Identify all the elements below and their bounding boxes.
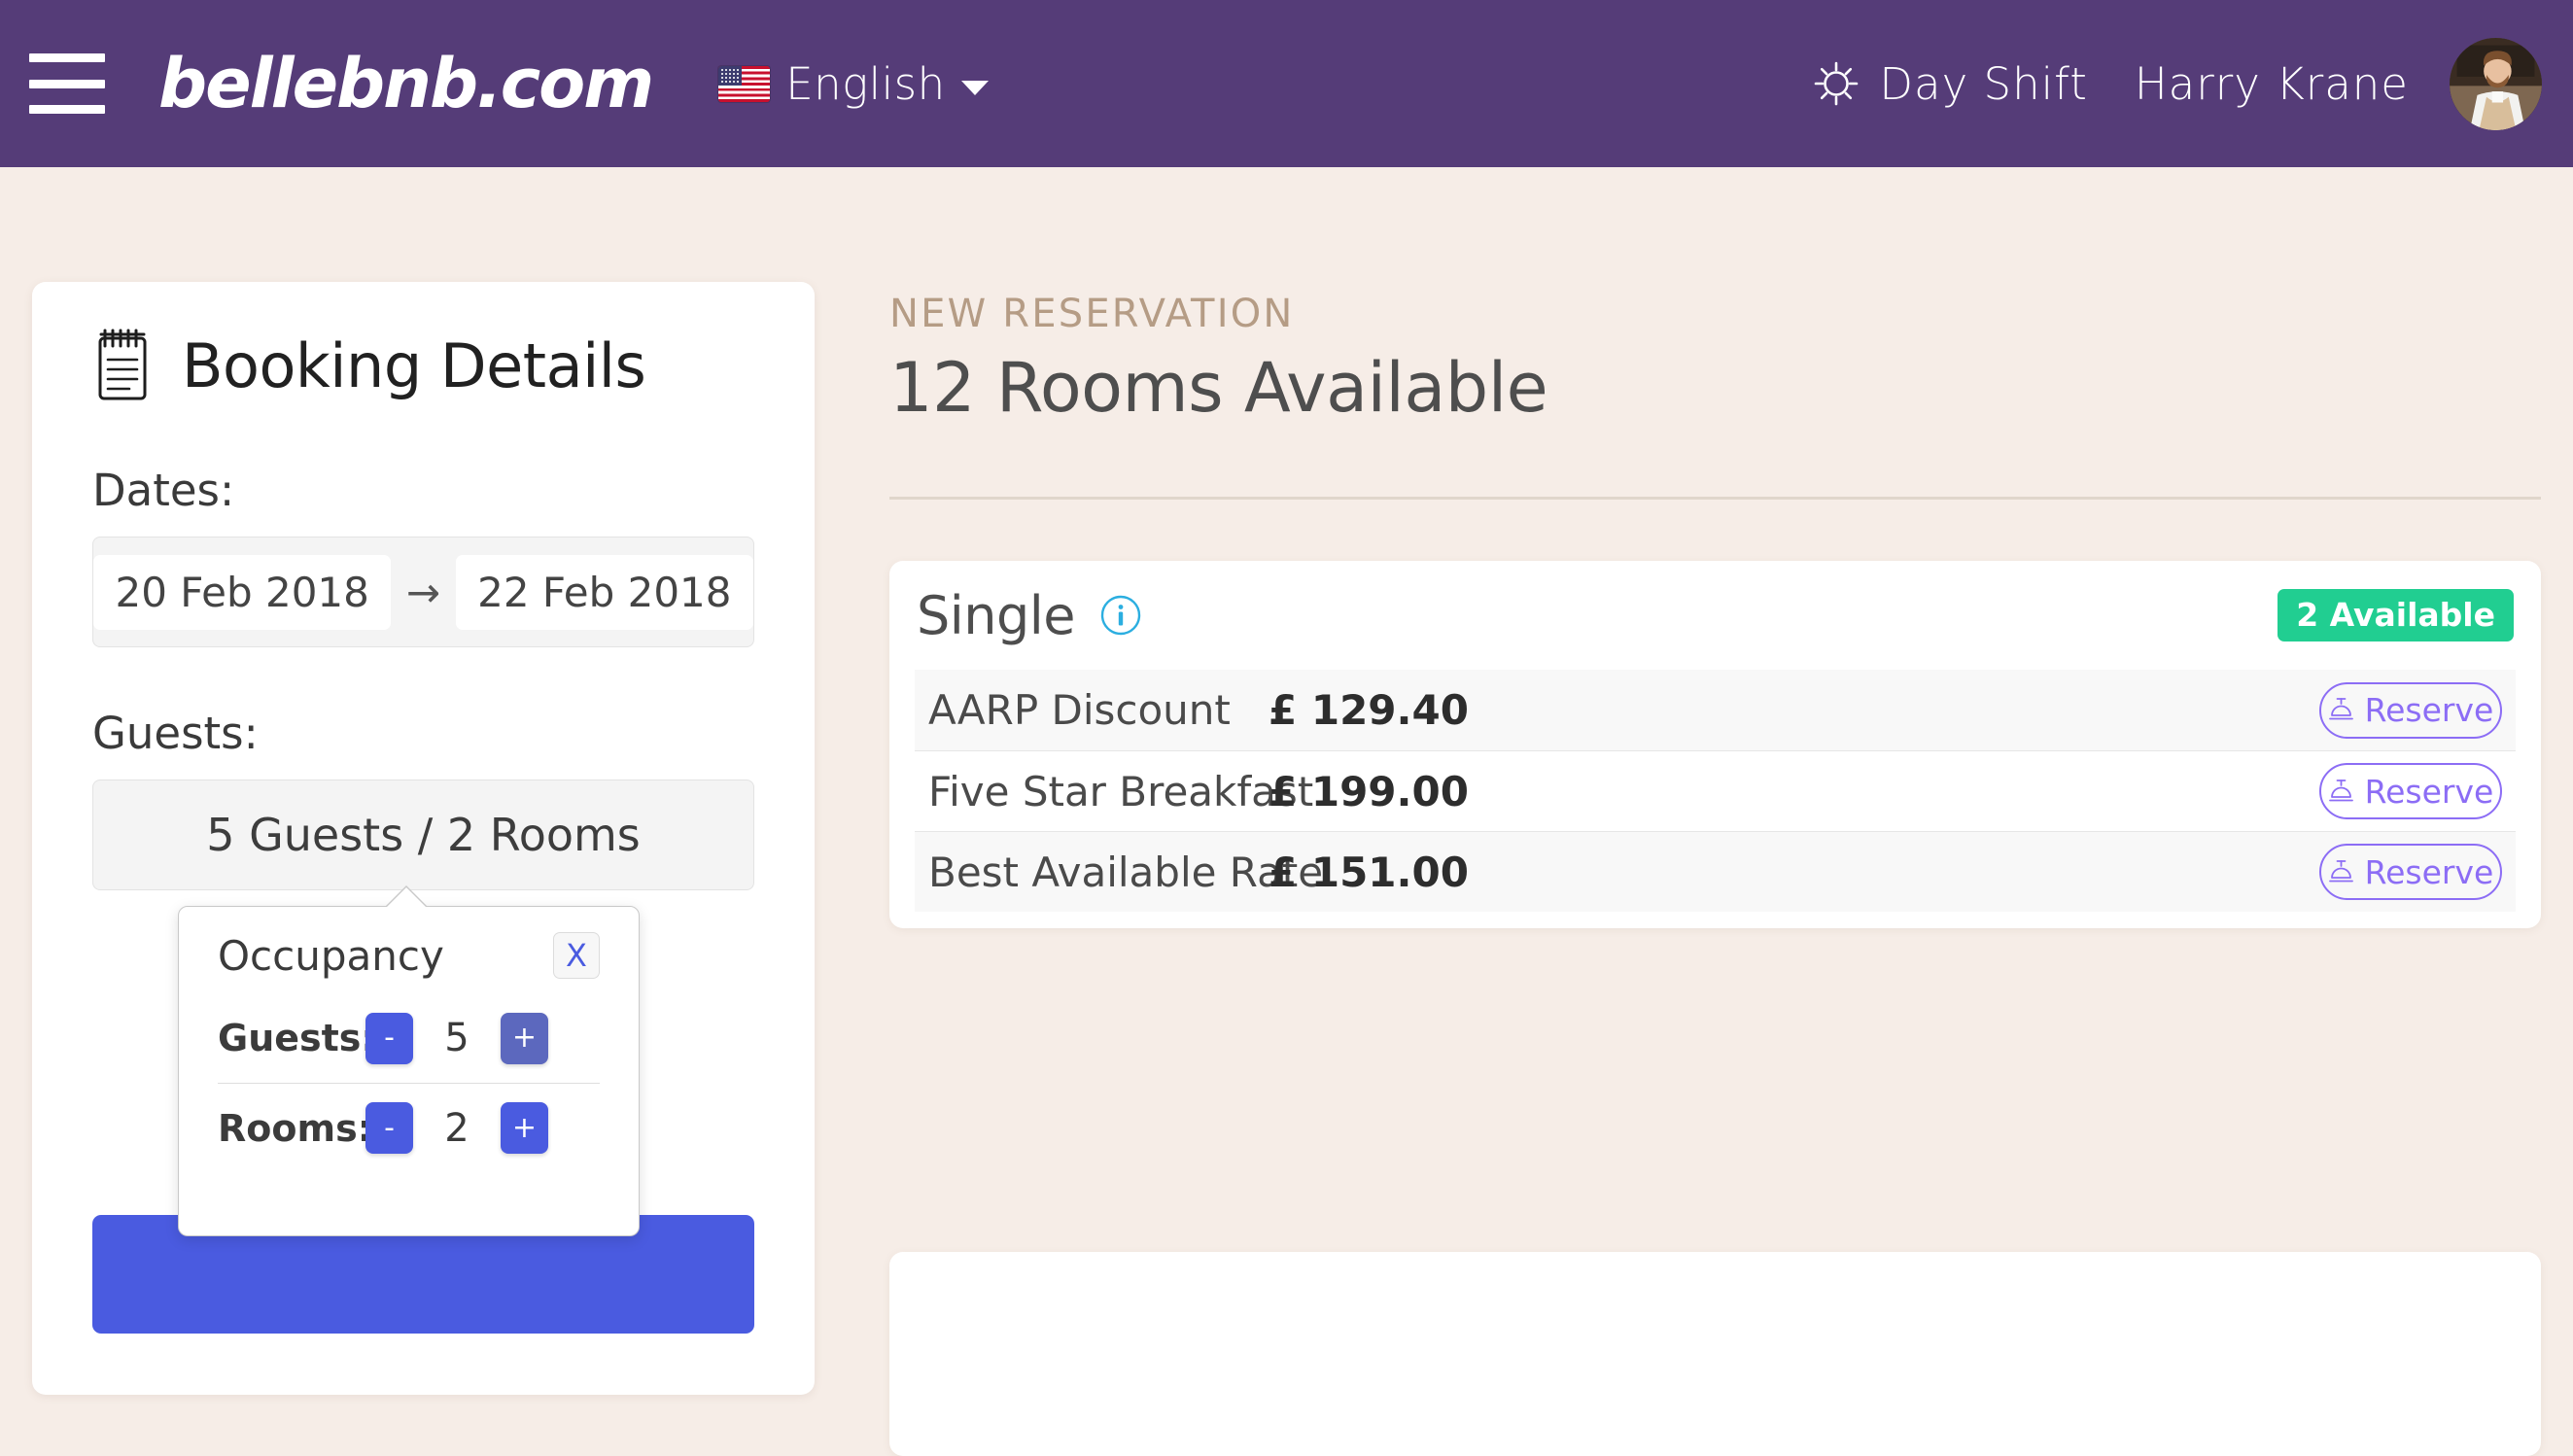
availability-heading: 12 Rooms Available — [889, 348, 1548, 428]
rooms-stepper-label: Rooms: — [218, 1106, 372, 1150]
rooms-value: 2 — [444, 1105, 469, 1151]
status-badge: 2 Available — [2277, 588, 2514, 642]
header-right-group: Day Shift Harry Krane — [1813, 37, 2573, 130]
page-body: Booking Details Dates: 20 Feb 2018 → 22 … — [0, 167, 2573, 1456]
rate-list: AARP Discount £ 129.40 Reserve Five Star — [889, 670, 2541, 912]
hamburger-menu-icon[interactable] — [29, 53, 105, 114]
occupancy-popover: Occupancy X Guests: - 5 + Rooms: - 2 + — [178, 885, 640, 1236]
us-flag-icon — [718, 65, 771, 102]
table-row: AARP Discount £ 129.40 Reserve — [915, 670, 2516, 750]
hamburger-bar — [29, 79, 105, 88]
rate-name: AARP Discount — [928, 686, 1231, 734]
reserve-button-label: Reserve — [2364, 772, 2494, 811]
hamburger-bar — [29, 53, 105, 62]
guests-decrement-button[interactable]: - — [365, 1012, 413, 1064]
rate-name: Best Available Rate — [928, 848, 1324, 896]
hamburger-bar — [29, 105, 105, 114]
reserve-button-label: Reserve — [2364, 852, 2494, 891]
occupancy-summary-field[interactable]: 5 Guests / 2 Rooms — [92, 780, 754, 890]
occupancy-popover-title: Occupancy — [218, 932, 444, 980]
rooms-increment-button[interactable]: + — [501, 1102, 548, 1154]
day-shift-button[interactable]: Day Shift — [1813, 58, 2087, 110]
brand-logo[interactable]: bellebnb.com — [158, 50, 654, 118]
divider — [889, 497, 2541, 500]
reserve-button-label: Reserve — [2364, 691, 2494, 729]
check-out-date[interactable]: 22 Feb 2018 — [456, 554, 753, 630]
shift-label: Day Shift — [1879, 57, 2088, 110]
guests-stepper-label: Guests: — [218, 1017, 376, 1059]
booking-details-header: Booking Details — [92, 327, 754, 404]
breadcrumb: NEW RESERVATION — [889, 292, 1295, 336]
sun-icon — [1815, 61, 1859, 106]
guests-value: 5 — [444, 1016, 469, 1060]
occupancy-row-rooms: Rooms: - 2 + — [218, 1083, 600, 1172]
service-bell-icon — [2328, 698, 2353, 720]
info-circle-icon[interactable] — [1100, 595, 1141, 636]
service-bell-icon — [2328, 779, 2353, 801]
user-avatar-image — [2450, 37, 2542, 130]
rate-price: £ 151.00 — [1269, 848, 1469, 896]
guests-increment-button[interactable]: + — [501, 1012, 548, 1064]
chevron-down-icon — [960, 80, 989, 95]
room-type-header: Single 2 Available — [889, 561, 2541, 670]
rate-price: £ 129.40 — [1269, 686, 1469, 734]
service-bell-icon — [2328, 859, 2353, 882]
top-navigation-bar: bellebnb.com English Day Shift Harry Kra… — [0, 0, 2573, 167]
table-row: Five Star Breakfast £ 199.00 Reserve — [915, 750, 2516, 831]
date-range-arrow-icon: → — [405, 568, 441, 616]
room-type-card-next — [889, 1252, 2541, 1456]
reserve-button[interactable]: Reserve — [2319, 681, 2502, 739]
table-row: Best Available Rate £ 151.00 Reserve — [915, 831, 2516, 912]
rate-price: £ 199.00 — [1269, 767, 1469, 815]
guests-label: Guests: — [92, 708, 259, 759]
occupancy-popover-header: Occupancy X — [218, 932, 600, 980]
language-label: English — [785, 57, 946, 110]
reserve-button[interactable]: Reserve — [2319, 844, 2502, 900]
room-type-name: Single — [917, 584, 1076, 646]
close-icon[interactable]: X — [553, 932, 600, 979]
notepad-icon — [98, 329, 147, 400]
room-type-card: Single 2 Available AARP Discount £ 129.4… — [889, 561, 2541, 928]
rate-name: Five Star Breakfast — [928, 767, 1314, 815]
user-name-label[interactable]: Harry Krane — [2135, 58, 2409, 110]
reserve-button[interactable]: Reserve — [2319, 763, 2502, 819]
dates-label: Dates: — [92, 465, 235, 516]
date-range-picker[interactable]: 20 Feb 2018 → 22 Feb 2018 — [92, 537, 754, 647]
rooms-decrement-button[interactable]: - — [365, 1102, 413, 1154]
check-in-date[interactable]: 20 Feb 2018 — [93, 554, 391, 630]
page-title: Booking Details — [182, 329, 646, 401]
occupancy-row-guests: Guests: - 5 + — [218, 993, 600, 1083]
language-selector[interactable]: English — [718, 57, 989, 110]
avatar[interactable] — [2450, 37, 2542, 130]
